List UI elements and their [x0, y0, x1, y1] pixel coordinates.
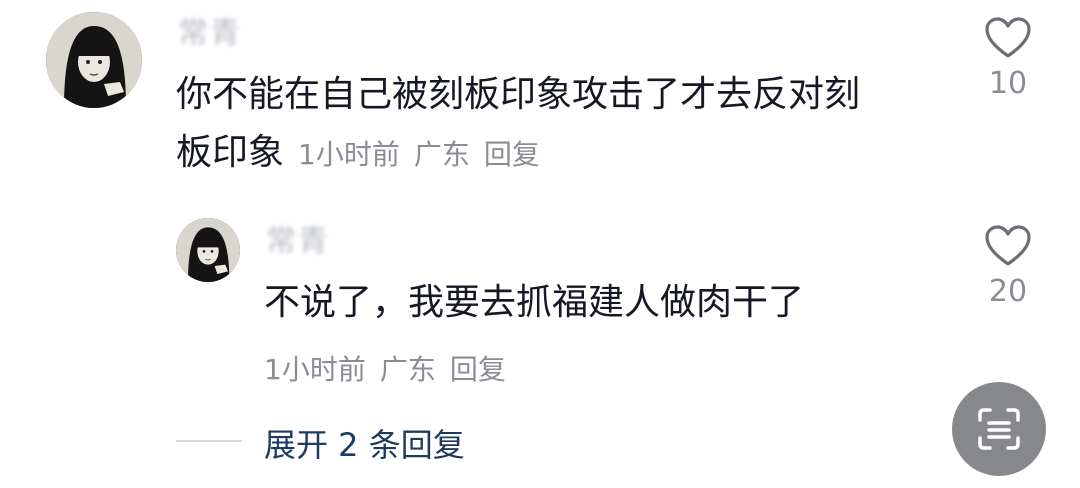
comment-text: 不说了，我要去抓福建人做肉干了 [264, 282, 805, 323]
avatar-image [176, 218, 240, 282]
expand-replies-button[interactable]: 展开 2 条回复 [264, 420, 465, 466]
like-count: 10 [988, 66, 1028, 101]
comment-time: 1小时前 [264, 353, 366, 386]
comment-location: 广东 [379, 353, 436, 386]
divider [176, 440, 242, 442]
avatar[interactable] [46, 12, 142, 108]
comment-text-tail: 板印象 [176, 132, 285, 173]
comment-username[interactable]: 常青 [266, 224, 330, 260]
comment-location: 广东 [413, 138, 470, 171]
reply-button[interactable]: 回复 [484, 138, 540, 171]
comment-text-line: 你不能在自己被刻板印象攻击了才去反对刻 [176, 74, 861, 115]
like-button[interactable]: 10 [978, 16, 1038, 101]
comment-time: 1小时前 [298, 138, 400, 171]
avatar[interactable] [176, 218, 240, 282]
comment-text: 你不能在自己被刻板印象攻击了才去反对刻 板印象 1小时前 广东 回复 [176, 66, 936, 184]
scan-text-icon [978, 408, 1020, 450]
heart-outline-icon [985, 17, 1031, 58]
comment-username[interactable]: 常青 [178, 16, 242, 52]
heart-outline-icon [985, 225, 1031, 266]
comment-meta: 1小时前 广东 回复 [264, 348, 520, 388]
scan-text-button[interactable] [952, 382, 1046, 476]
comment-text-line: 板印象 1小时前 广东 回复 [176, 124, 936, 184]
like-button[interactable]: 20 [978, 224, 1038, 309]
avatar-image [46, 12, 142, 108]
like-count: 20 [988, 274, 1028, 309]
reply-button[interactable]: 回复 [450, 353, 506, 386]
